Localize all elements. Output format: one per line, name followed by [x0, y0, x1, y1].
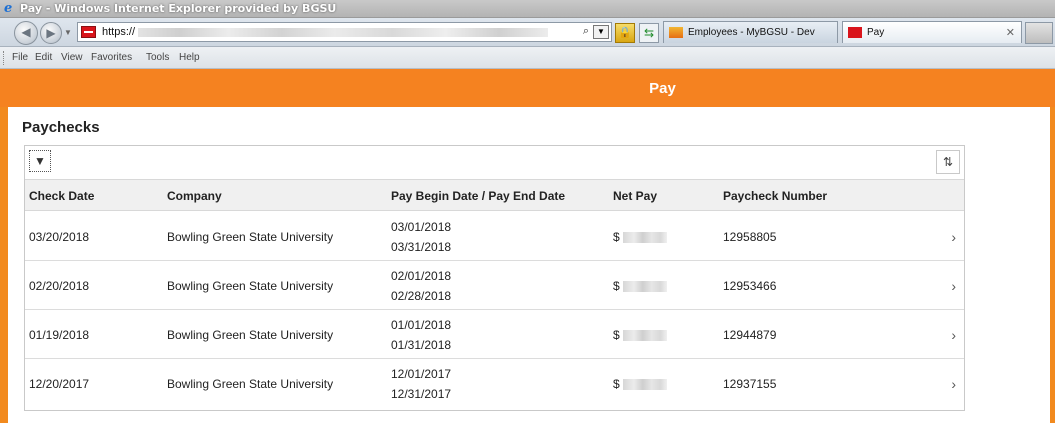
pay-begin-date: 01/01/2018	[391, 318, 452, 332]
net-pay-redacted	[622, 330, 667, 342]
check-date: 12/20/2017	[29, 377, 90, 391]
paycheck-number: 12953466	[723, 279, 777, 293]
chevron-right-icon[interactable]: ›	[951, 278, 956, 294]
pay-end-date: 12/31/2017	[391, 387, 452, 401]
section-title: Paychecks	[22, 119, 100, 136]
pay-end-date: 01/31/2018	[391, 338, 452, 352]
table-toolbar: ▼︎ ⇅	[25, 146, 964, 179]
check-date: 02/20/2018	[29, 279, 90, 293]
table-row[interactable]: 03/20/2018 Bowling Green State Universit…	[25, 212, 964, 261]
sort-icon[interactable]: ⇅	[936, 150, 960, 174]
tab-employees[interactable]: Employees - MyBGSU - Dev	[663, 21, 838, 43]
table-header: Check Date Company Pay Begin Date / Pay …	[25, 179, 964, 211]
tab-label: Pay	[867, 27, 885, 38]
chevron-right-icon[interactable]: ›	[951, 229, 956, 245]
ie-logo-icon: e	[4, 1, 13, 16]
back-button[interactable]: ◀	[14, 21, 38, 45]
company: Bowling Green State University	[167, 377, 334, 391]
toolbar-grip	[3, 51, 5, 65]
pay-end-date: 02/28/2018	[391, 289, 452, 303]
paycheck-number: 12958805	[723, 230, 777, 244]
company: Bowling Green State University	[167, 230, 334, 244]
company: Bowling Green State University	[167, 328, 334, 342]
tab-pay[interactable]: Pay ✕	[842, 21, 1022, 43]
net-pay: $	[613, 230, 667, 244]
lock-icon[interactable]: 🔒	[615, 23, 635, 43]
menu-tools[interactable]: Tools	[146, 52, 169, 63]
window-titlebar: e Pay - Windows Internet Explorer provid…	[0, 0, 1055, 18]
search-icon[interactable]: ⌕	[583, 25, 589, 38]
tab-favicon-icon	[669, 27, 683, 38]
column-header-net-pay[interactable]: Net Pay	[613, 189, 657, 203]
history-dropdown-icon[interactable]: ▼	[64, 28, 72, 37]
table-row[interactable]: 01/19/2018 Bowling Green State Universit…	[25, 310, 964, 359]
tab-favicon-icon	[848, 27, 862, 38]
check-date: 03/20/2018	[29, 230, 90, 244]
pay-begin-date: 03/01/2018	[391, 220, 452, 234]
menu-edit[interactable]: Edit	[35, 52, 52, 63]
menu-favorites[interactable]: Favorites	[91, 52, 132, 63]
paycheck-number: 12944879	[723, 328, 777, 342]
menu-view[interactable]: View	[61, 52, 83, 63]
pay-begin-date: 12/01/2017	[391, 367, 452, 381]
column-header-company[interactable]: Company	[167, 189, 222, 203]
page-header: Pay	[0, 69, 1055, 107]
net-pay-currency: $	[613, 230, 620, 244]
chevron-right-icon[interactable]: ›	[951, 327, 956, 343]
refresh-icon[interactable]: ⇆	[639, 23, 659, 43]
address-dropdown-icon[interactable]: ▼	[593, 25, 609, 39]
net-pay-currency: $	[613, 328, 620, 342]
menu-file[interactable]: File	[12, 52, 28, 63]
address-url-redacted	[138, 28, 548, 37]
address-bar[interactable]: https:// ⌕ ▼	[77, 22, 612, 42]
net-pay-currency: $	[613, 279, 620, 293]
net-pay-redacted	[622, 379, 667, 391]
net-pay-currency: $	[613, 377, 620, 391]
page-content: Pay Paychecks ▼︎ ⇅ Check Date Company Pa…	[0, 69, 1055, 423]
column-header-paycheck-number[interactable]: Paycheck Number	[723, 189, 827, 203]
net-pay-redacted	[622, 232, 667, 244]
new-tab-button[interactable]	[1025, 22, 1053, 44]
pay-begin-date: 02/01/2018	[391, 269, 452, 283]
pay-end-date: 03/31/2018	[391, 240, 452, 254]
site-favicon-icon	[81, 26, 96, 38]
table-row[interactable]: 02/20/2018 Bowling Green State Universit…	[25, 261, 964, 310]
navigation-bar: ◀ ▶ ▼ https:// ⌕ ▼ 🔒 ⇆ Employees - MyBGS…	[0, 18, 1055, 47]
close-tab-icon[interactable]: ✕	[1006, 26, 1015, 39]
net-pay: $	[613, 377, 667, 391]
paychecks-table: ▼︎ ⇅ Check Date Company Pay Begin Date /…	[24, 145, 965, 411]
column-header-check-date[interactable]: Check Date	[29, 189, 94, 203]
menu-help[interactable]: Help	[179, 52, 200, 63]
check-date: 01/19/2018	[29, 328, 90, 342]
address-url: https://	[102, 26, 136, 38]
menu-bar: File Edit View Favorites Tools Help	[0, 47, 1055, 69]
window-title: Pay - Windows Internet Explorer provided…	[20, 2, 337, 15]
forward-button[interactable]: ▶	[40, 22, 62, 44]
net-pay: $	[613, 328, 667, 342]
filter-icon[interactable]: ▼︎	[29, 150, 51, 172]
company: Bowling Green State University	[167, 279, 334, 293]
page-title: Pay	[649, 80, 676, 97]
net-pay-redacted	[622, 281, 667, 293]
chevron-right-icon[interactable]: ›	[951, 376, 956, 392]
paycheck-number: 12937155	[723, 377, 777, 391]
column-header-pay-period[interactable]: Pay Begin Date / Pay End Date	[391, 189, 565, 203]
table-row[interactable]: 12/20/2017 Bowling Green State Universit…	[25, 359, 964, 408]
net-pay: $	[613, 279, 667, 293]
tab-label: Employees - MyBGSU - Dev	[688, 27, 815, 38]
